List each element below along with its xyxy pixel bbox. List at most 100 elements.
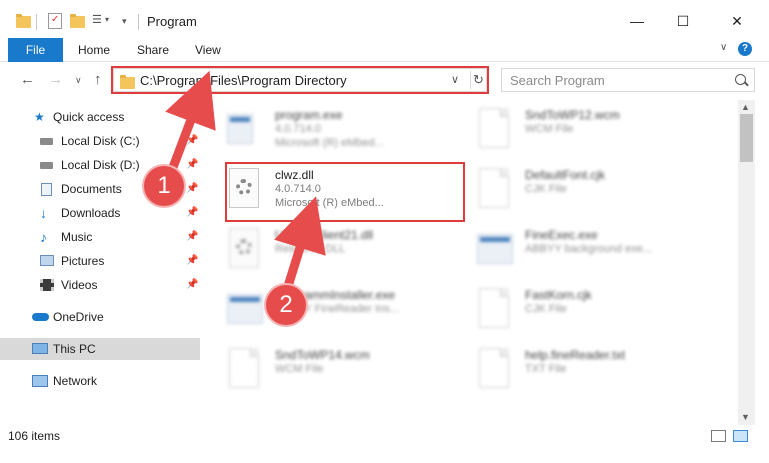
network-icon [32,375,48,387]
ribbon: File Home Share View ∨ ? [0,38,769,62]
sidebar-item-label: Network [53,374,98,388]
window-title: Program [147,14,197,29]
document-icon [227,348,261,390]
sidebar-item-label: Documents [61,182,122,196]
close-button[interactable]: ✕ [714,8,760,34]
computer-icon [32,343,48,354]
file-item[interactable]: UpdateClient21.dll Resource DLL [217,220,457,276]
document-icon [477,288,511,330]
file-type: WCM File [275,363,324,375]
file-version: 4.0.714.0 [275,123,321,135]
file-name: SndToWP14.wcm [275,348,370,362]
documents-icon [41,183,52,196]
file-item[interactable]: ProgrammInstaller.exe ABBYY FineReader I… [217,280,457,336]
step-badge-1: 1 [144,166,184,206]
sidebar-item-pictures[interactable]: Pictures 📌 [0,250,200,272]
forward-arrow-icon[interactable]: → [48,71,63,88]
file-type: CJK File [525,183,567,195]
back-arrow-icon[interactable]: ← [20,71,35,88]
file-description: ABBYY background exe... [525,243,652,255]
app-icon [227,288,263,330]
pin-icon[interactable]: 📌 [186,154,198,176]
tab-home[interactable]: Home [78,38,110,62]
file-type: TXT File [525,363,567,375]
document-icon [477,168,511,210]
sidebar-item-this-pc[interactable]: This PC [0,338,200,360]
sidebar-item-label: Music [61,230,93,244]
sidebar-item-label: This PC [53,342,96,356]
customize-toolbar-icon[interactable]: ☰ ▾ [92,13,110,29]
file-description: Resource DLL [275,243,346,255]
large-icons-view-icon[interactable] [733,430,748,442]
search-input[interactable]: Search Program [510,73,605,88]
step-badge-2: 2 [266,285,306,325]
sidebar-item-label: Videos [61,278,98,292]
details-view-icon[interactable] [711,430,726,442]
pictures-icon [40,255,54,266]
app-icon [477,228,513,270]
expand-ribbon-icon[interactable]: ∨ [720,42,727,53]
sidebar-item-label: Local Disk (D:) [61,158,140,172]
tab-file[interactable]: File [8,38,63,62]
folder-icon [16,13,31,29]
videos-icon [40,279,54,291]
scroll-thumb[interactable] [740,114,753,162]
minimize-button[interactable]: — [614,8,660,34]
drive-icon [40,162,53,169]
file-name: FastKorn.cjk [525,288,592,302]
sidebar-item-network[interactable]: Network [0,370,200,392]
pin-icon[interactable]: 📌 [186,226,198,248]
up-arrow-icon[interactable]: ↑ [94,71,102,88]
pin-icon[interactable]: 📌 [186,274,198,296]
sidebar-item-local-disk-c[interactable]: Local Disk (C:) 📌 [0,130,200,152]
drive-icon [40,138,53,145]
title-bar: ✓ ☰ ▾ ▾ Program — ☐ ✕ [0,0,769,40]
sidebar-item-downloads[interactable]: ↓ Downloads 📌 [0,202,200,224]
pin-icon[interactable]: 📌 [186,202,198,224]
sidebar-item-music[interactable]: ♪ Music 📌 [0,226,200,248]
sidebar-item-label: OneDrive [53,310,104,324]
app-icon [227,108,261,150]
scroll-down-icon[interactable]: ▼ [741,412,750,422]
divider [36,14,37,30]
file-item[interactable]: FastKorn.cjk CJK File [467,280,707,336]
recent-locations-icon[interactable]: ∨ [75,75,82,86]
sidebar-item-label: Downloads [61,206,121,220]
status-bar: 106 items [0,425,769,447]
new-folder-icon[interactable] [70,13,85,29]
file-type: CJK File [525,303,567,315]
download-icon: ↓ [40,205,47,221]
file-item[interactable]: DefaultFont.cjk CJK File [467,160,707,216]
file-item[interactable]: FineExec.exe ABBYY background exe... [467,220,707,276]
pin-icon[interactable]: 📌 [186,178,198,200]
file-item[interactable]: SndToWP14.wcm WCM File [217,340,457,396]
sidebar-item-label: Pictures [61,254,105,268]
sidebar-item-quick-access[interactable]: ★ Quick access [0,106,200,128]
properties-icon[interactable]: ✓ [48,13,62,29]
sidebar-item-onedrive[interactable]: OneDrive [0,306,200,328]
file-name: help.fineReader.txt [525,348,626,362]
tab-view[interactable]: View [195,38,221,62]
help-icon[interactable]: ? [738,42,752,56]
search-box[interactable]: Search Program [501,68,755,92]
file-highlight [225,162,465,222]
pin-icon[interactable]: 📌 [186,250,198,272]
file-description: Microsoft (R) eMbed... [275,137,384,149]
star-icon: ★ [34,110,45,124]
file-name: DefaultFont.cjk [525,168,606,182]
file-item[interactable]: program.exe 4.0.714.0 Microsoft (R) eMbe… [217,100,457,156]
file-name: UpdateClient21.dll [275,228,374,242]
tab-share[interactable]: Share [137,38,169,62]
quick-access-dropdown-icon[interactable]: ▾ [122,13,136,29]
pin-icon[interactable]: 📌 [186,130,198,152]
file-item[interactable]: SndToWP12.wcm WCM File [467,100,707,156]
sidebar-item-videos[interactable]: Videos 📌 [0,274,200,296]
scroll-up-icon[interactable]: ▲ [741,102,750,112]
file-list: program.exe 4.0.714.0 Microsoft (R) eMbe… [217,100,737,425]
search-icon [735,74,746,85]
navigation-pane: ★ Quick access Local Disk (C:) 📌 Local D… [0,100,206,425]
sidebar-item-label: Local Disk (C:) [61,134,140,148]
maximize-button[interactable]: ☐ [660,8,706,34]
vertical-scrollbar[interactable]: ▲ ▼ [738,100,755,425]
file-item[interactable]: help.fineReader.txt TXT File [467,340,707,396]
